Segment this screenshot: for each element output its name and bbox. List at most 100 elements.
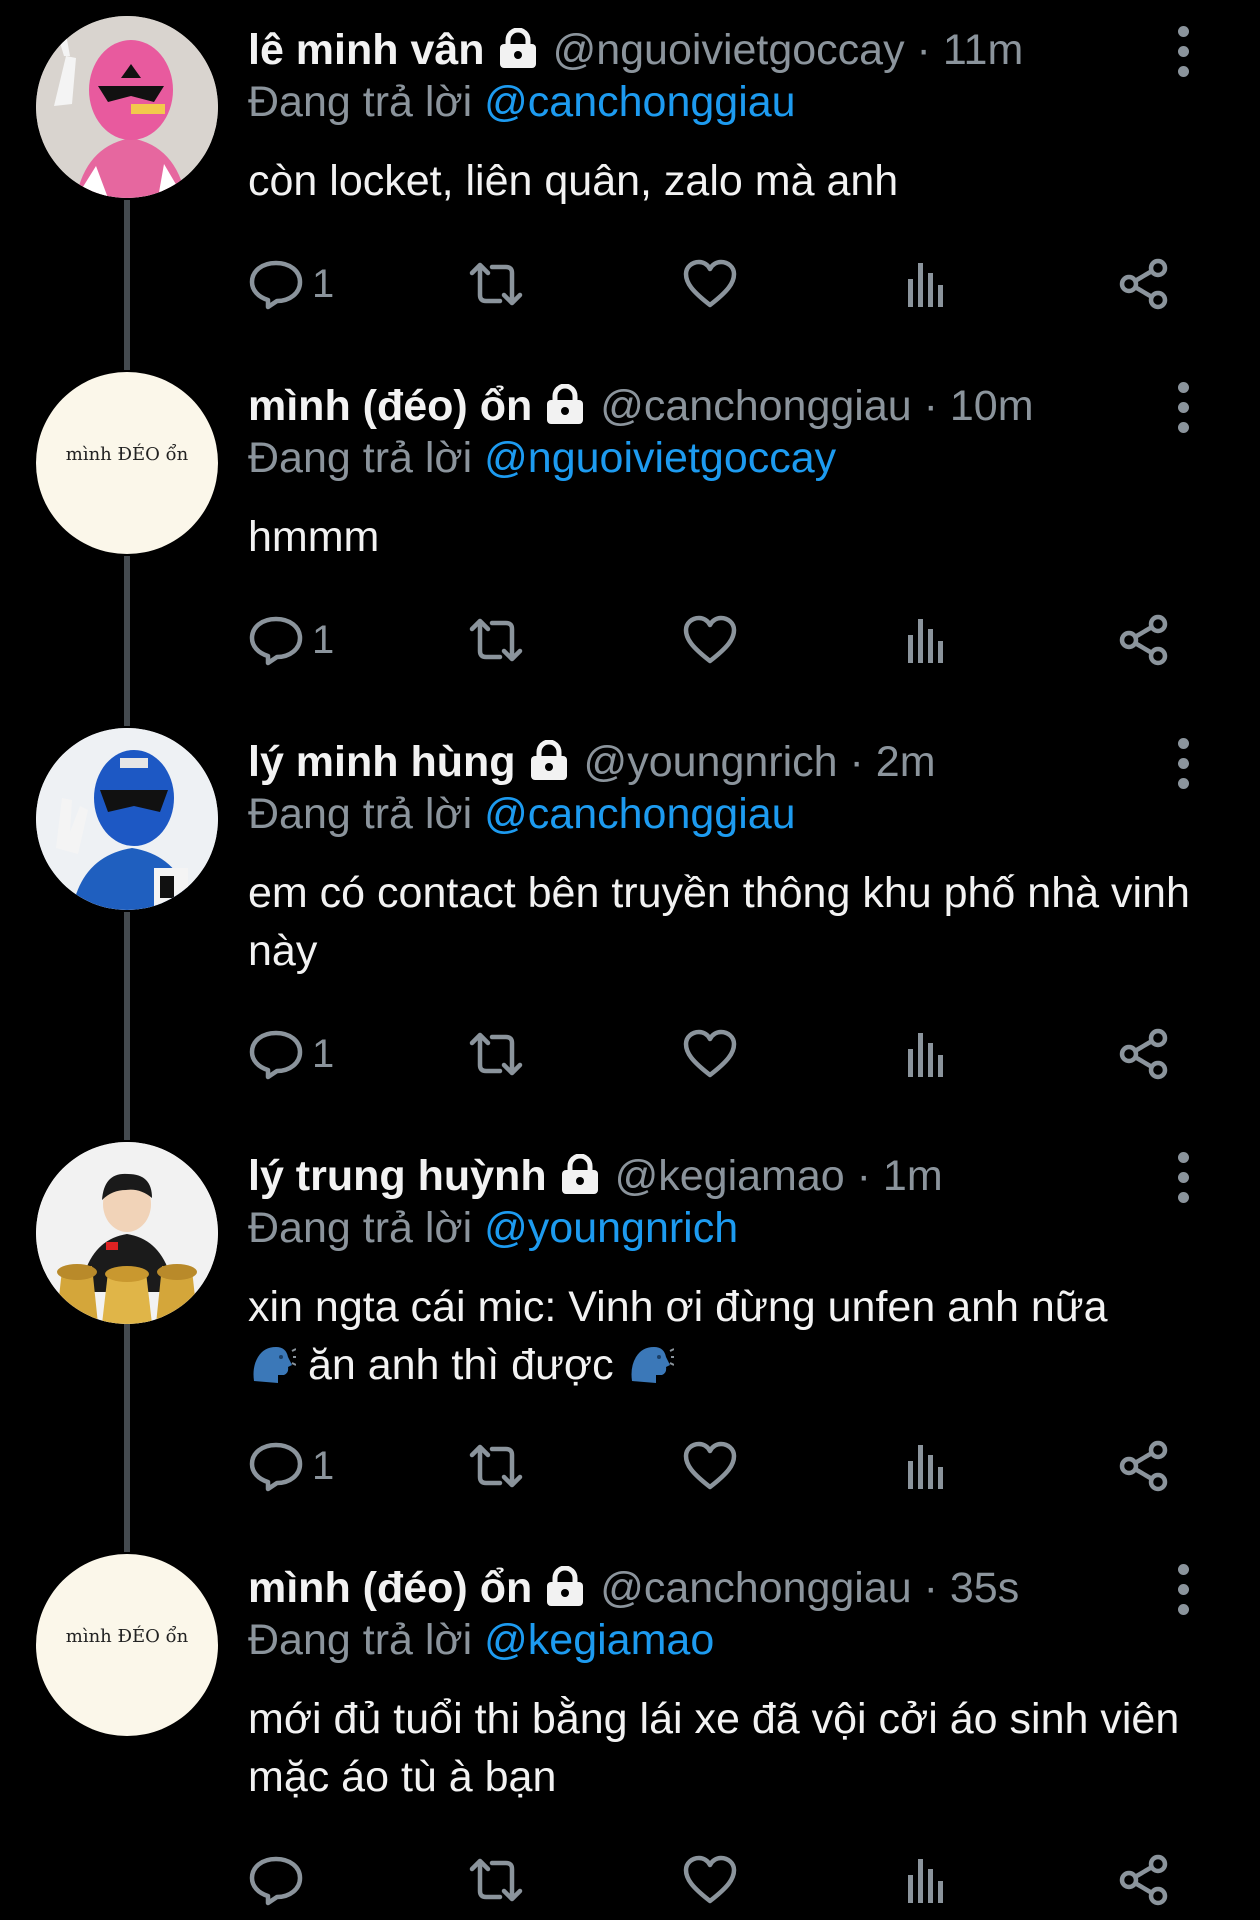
- views-button[interactable]: [904, 254, 952, 314]
- retweet-button[interactable]: [466, 1024, 526, 1084]
- timestamp[interactable]: 2m: [876, 738, 936, 786]
- display-name[interactable]: lý trung huỳnh: [248, 1152, 547, 1200]
- tweet[interactable]: mình ĐÉO ổn mình (đéo) ổn @canchonggiau ·…: [0, 1538, 1260, 1920]
- display-name[interactable]: lê minh vân: [248, 26, 485, 74]
- tweet-text: xin ngta cái mic: Vinh ơi đừng unfen anh…: [248, 1278, 1228, 1394]
- like-button[interactable]: [682, 254, 738, 314]
- avatar-text: mình ĐÉO ổn: [65, 444, 189, 465]
- mention-link[interactable]: @nguoivietgoccay: [484, 434, 836, 482]
- analytics-icon: [908, 1859, 943, 1903]
- separator-dot: ·: [844, 1152, 883, 1200]
- more-options-icon[interactable]: [1178, 738, 1192, 798]
- separator-dot: ·: [837, 738, 876, 786]
- tweet-text: hmmm: [248, 513, 380, 561]
- heart-icon: [683, 259, 737, 308]
- user-handle[interactable]: @nguoivietgoccay: [553, 26, 905, 74]
- avatar[interactable]: [36, 16, 218, 198]
- timestamp[interactable]: 1m: [883, 1152, 943, 1200]
- more-options-icon[interactable]: [1178, 1564, 1192, 1624]
- share-button[interactable]: [1116, 1024, 1172, 1084]
- user-handle[interactable]: @youngnrich: [584, 738, 838, 786]
- more-options-icon[interactable]: [1178, 26, 1192, 86]
- user-handle[interactable]: @canchonggiau: [600, 1564, 911, 1612]
- reply-icon: [249, 616, 303, 666]
- retweet-button[interactable]: [466, 1436, 526, 1496]
- tweet-actions: 1: [248, 1436, 1178, 1496]
- avatar[interactable]: [36, 1142, 218, 1324]
- mention-link[interactable]: @kegiamao: [484, 1616, 714, 1664]
- tweet-text-segment: ăn anh thì được: [307, 1341, 614, 1389]
- user-handle[interactable]: @canchonggiau: [600, 382, 911, 430]
- mention-link[interactable]: @canchonggiau: [484, 78, 795, 126]
- mention-link[interactable]: @canchonggiau: [484, 790, 795, 838]
- tweet-text: mới đủ tuổi thi bằng lái xe đã vội cởi á…: [248, 1695, 1180, 1801]
- reply-button[interactable]: 1: [248, 1024, 334, 1084]
- reply-button[interactable]: 1: [248, 1436, 334, 1496]
- analytics-icon: [908, 1033, 943, 1077]
- reply-icon: [249, 1856, 303, 1906]
- like-button[interactable]: [682, 610, 738, 670]
- heart-icon: [683, 1855, 737, 1904]
- avatar[interactable]: [36, 728, 218, 910]
- like-button[interactable]: [682, 1436, 738, 1496]
- replying-to-label: Đang trả lời: [248, 1204, 473, 1252]
- tweet[interactable]: lý minh hùng @youngnrich · 2m Đang trả lờ…: [0, 712, 1260, 1126]
- reply-icon: [249, 1442, 303, 1492]
- replying-to: Đang trả lời @canchonggiau: [248, 72, 796, 132]
- avatar[interactable]: mình ĐÉO ổn: [36, 1554, 218, 1736]
- display-name[interactable]: mình (đéo) ổn: [248, 1564, 532, 1612]
- tweet-text: em có contact bên truyền thông khu phố n…: [248, 869, 1190, 975]
- reply-count: 1: [312, 1443, 335, 1488]
- retweet-icon: [469, 1032, 523, 1076]
- share-button[interactable]: [1116, 610, 1172, 670]
- avatar-text: mình ĐÉO ổn: [65, 1626, 189, 1647]
- share-icon: [1119, 1440, 1168, 1492]
- more-options-icon[interactable]: [1178, 382, 1192, 442]
- timestamp[interactable]: 10m: [950, 382, 1034, 430]
- mention-link[interactable]: @youngnrich: [484, 1204, 738, 1252]
- timestamp[interactable]: 11m: [943, 26, 1023, 74]
- retweet-button[interactable]: [466, 610, 526, 670]
- heart-icon: [683, 1441, 737, 1490]
- share-button[interactable]: [1116, 1850, 1172, 1910]
- reply-button[interactable]: [248, 1850, 304, 1910]
- views-button[interactable]: [904, 1024, 952, 1084]
- analytics-icon: [908, 619, 943, 663]
- analytics-icon: [908, 1445, 943, 1489]
- separator-dot: ·: [911, 382, 950, 430]
- views-button[interactable]: [904, 1436, 952, 1496]
- share-icon: [1119, 614, 1168, 666]
- retweet-icon: [469, 1858, 523, 1902]
- display-name[interactable]: lý minh hùng: [248, 738, 516, 786]
- tweet-actions: 1: [248, 254, 1178, 314]
- separator-dot: ·: [911, 1564, 950, 1612]
- more-options-icon[interactable]: [1178, 1152, 1192, 1212]
- tweet[interactable]: mình ĐÉO ổn mình (đéo) ổn @canchonggiau ·…: [0, 356, 1260, 712]
- retweet-button[interactable]: [466, 254, 526, 314]
- views-button[interactable]: [904, 610, 952, 670]
- replying-to-label: Đang trả lời: [248, 790, 473, 838]
- like-button[interactable]: [682, 1850, 738, 1910]
- avatar[interactable]: mình ĐÉO ổn: [36, 372, 218, 554]
- retweet-icon: [469, 1444, 523, 1488]
- like-button[interactable]: [682, 1024, 738, 1084]
- replying-to: Đang trả lời @kegiamao: [248, 1610, 714, 1670]
- share-button[interactable]: [1116, 1436, 1172, 1496]
- timestamp[interactable]: 35s: [950, 1564, 1019, 1612]
- retweet-button[interactable]: [466, 1850, 526, 1910]
- user-handle[interactable]: @kegiamao: [615, 1152, 845, 1200]
- display-name[interactable]: mình (đéo) ổn: [248, 382, 532, 430]
- reply-thread: lê minh vân @nguoivietgoccay · 11m Đang t…: [0, 0, 1260, 1920]
- share-button[interactable]: [1116, 254, 1172, 314]
- tweet[interactable]: lý trung huỳnh @kegiamao · 1m Đang trả lờ…: [0, 1126, 1260, 1538]
- retweet-icon: [469, 618, 523, 662]
- replying-to-label: Đang trả lời: [248, 1616, 473, 1664]
- tweet-text-line: xin ngta cái mic: Vinh ơi đừng unfen anh…: [248, 1283, 1108, 1331]
- replying-to-label: Đang trả lời: [248, 434, 473, 482]
- views-button[interactable]: [904, 1850, 952, 1910]
- tweet-actions: 1: [248, 1024, 1178, 1084]
- tweet-text-line: ăn anh thì được: [248, 1336, 1228, 1394]
- tweet[interactable]: lê minh vân @nguoivietgoccay · 11m Đang t…: [0, 0, 1260, 356]
- reply-button[interactable]: 1: [248, 610, 334, 670]
- reply-button[interactable]: 1: [248, 254, 334, 314]
